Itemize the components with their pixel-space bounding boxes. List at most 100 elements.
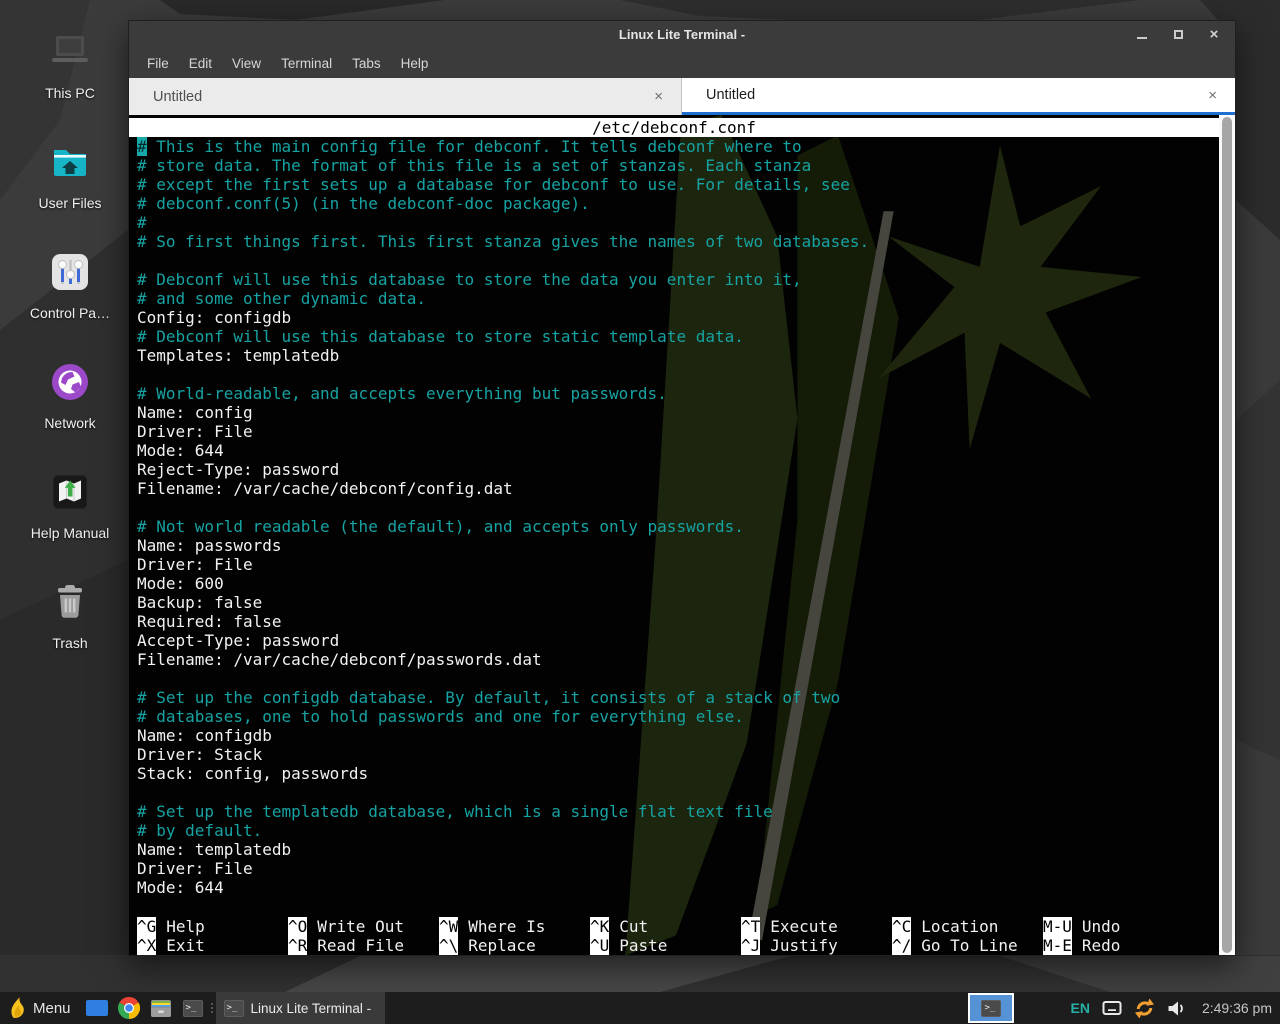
nano-shortcut-column: ^WWhere Is ^\Replace: [439, 917, 590, 955]
clock[interactable]: 2:49:36 pm: [1202, 1000, 1272, 1016]
taskbar: Menu >_ >_ Linux Lite Terminal -: [0, 992, 1280, 1024]
menu-item[interactable]: Help: [391, 52, 439, 75]
terminal-icon: >_: [981, 1000, 1001, 1017]
desktop-icon-label: Help Manual: [31, 525, 110, 541]
start-menu-button[interactable]: Menu: [0, 992, 81, 1024]
trash-icon: [46, 578, 94, 626]
maximize-button[interactable]: [1171, 28, 1185, 42]
chrome-icon: [118, 997, 140, 1019]
file-manager-icon: [150, 998, 172, 1018]
buffer-line: # debconf.conf(5) (in the debconf-doc pa…: [137, 194, 1219, 213]
desktop-icon-label: Network: [44, 415, 95, 431]
buffer-line: Name: config: [137, 403, 1219, 422]
buffer-line: Mode: 644: [137, 441, 1219, 460]
buffer-line: # Debconf will use this database to stor…: [137, 270, 1219, 289]
nano-file-path: /etc/debconf.conf: [129, 118, 1219, 137]
menu-item[interactable]: File: [137, 52, 179, 75]
system-tray: EN 2:49:36 pm: [1070, 998, 1280, 1019]
tray-terminal-item-selected[interactable]: >_: [968, 993, 1014, 1023]
menu-item[interactable]: View: [222, 52, 271, 75]
linux-lite-logo-icon: [8, 996, 26, 1020]
taskbar-separator: [209, 992, 216, 1024]
buffer-line: # This is the main config file for debco…: [137, 137, 1219, 156]
show-desktop-button[interactable]: [81, 992, 113, 1024]
terminal-icon: >_: [224, 1000, 244, 1017]
tab-label: Untitled: [153, 89, 202, 105]
buffer-line: Filename: /var/cache/debconf/passwords.d…: [137, 650, 1219, 669]
tab-label: Untitled: [706, 87, 755, 103]
nano-shortcut: ^CLocation: [892, 917, 1043, 936]
nano-shortcut: ^KCut: [590, 917, 741, 936]
nano-shortcut: ^GHelp: [137, 917, 288, 936]
window-title: Linux Lite Terminal -: [619, 27, 745, 42]
minimize-button[interactable]: [1135, 28, 1149, 42]
nano-shortcut-column: ^OWrite Out ^RRead File: [288, 917, 439, 955]
buffer-line: # So first things first. This first stan…: [137, 232, 1219, 251]
buffer-line: # except the first sets up a database fo…: [137, 175, 1219, 194]
terminal-viewport[interactable]: GNU nano 7.2 /etc/debconf.conf # # This …: [129, 115, 1235, 955]
nano-shortcut-column: ^TExecute ^JJustify: [741, 917, 892, 955]
nano-shortcut-column: M-UUndo M-ERedo: [1043, 917, 1120, 955]
menu-item[interactable]: Tabs: [342, 52, 391, 75]
nano-buffer[interactable]: # # This is the main config file for deb…: [129, 137, 1219, 897]
keyboard-layout-icon[interactable]: [1102, 999, 1122, 1017]
tab-close-icon[interactable]: ×: [1208, 87, 1217, 104]
desktop-icon-label: Trash: [52, 635, 87, 651]
task-button-terminal[interactable]: >_ Linux Lite Terminal -: [216, 992, 386, 1024]
nano-shortcut: ^TExecute: [741, 917, 892, 936]
buffer-line: Driver: File: [137, 422, 1219, 441]
nano-shortcut-column: ^KCut ^UPaste: [590, 917, 741, 955]
buffer-line: # and some other dynamic data.: [137, 289, 1219, 308]
desktop-icon-trash[interactable]: Trash: [14, 572, 126, 682]
buffer-line: Backup: false: [137, 593, 1219, 612]
file-manager-launcher[interactable]: [145, 992, 177, 1024]
nano-shortcut: ^UPaste: [590, 936, 741, 955]
desktop-icon-column: This PC User Files Control Pa…: [14, 22, 126, 682]
nano-editor: GNU nano 7.2 /etc/debconf.conf # # This …: [129, 115, 1219, 955]
buffer-line: Mode: 600: [137, 574, 1219, 593]
folder-home-icon: [46, 138, 94, 186]
keyboard-language-indicator[interactable]: EN: [1070, 1000, 1089, 1016]
buffer-line: # databases, one to hold passwords and o…: [137, 707, 1219, 726]
menu-item[interactable]: Terminal: [271, 52, 342, 75]
terminal-icon: >_: [183, 1000, 203, 1017]
buffer-line: Stack: config, passwords: [137, 764, 1219, 783]
tab-close-icon[interactable]: ×: [654, 88, 663, 105]
desktop-icon-user-files[interactable]: User Files: [14, 132, 126, 242]
desktop-icon-control-panel[interactable]: Control Pa…: [14, 242, 126, 352]
buffer-line: # store data. The format of this file is…: [137, 156, 1219, 175]
desktop-icon-this-pc[interactable]: This PC: [14, 22, 126, 132]
desktop-icon-help-manual[interactable]: Help Manual: [14, 462, 126, 572]
minimize-icon: [1137, 37, 1147, 39]
updates-refresh-icon[interactable]: [1134, 998, 1155, 1019]
text-cursor: #: [137, 137, 147, 156]
scrollbar-thumb[interactable]: [1222, 117, 1232, 953]
buffer-line: [137, 783, 1219, 802]
volume-speaker-icon[interactable]: [1167, 1000, 1186, 1017]
buffer-line: Name: configdb: [137, 726, 1219, 745]
window-menubar: File Edit View Terminal Tabs Help: [129, 48, 1235, 78]
buffer-line: Templates: templatedb: [137, 346, 1219, 365]
chrome-launcher[interactable]: [113, 992, 145, 1024]
nano-shortcut-column: ^GHelp ^XExit: [137, 917, 288, 955]
terminal-scrollbar[interactable]: [1219, 115, 1235, 955]
window-controls: ×: [1135, 21, 1221, 48]
buffer-line: #: [137, 213, 1219, 232]
desktop-pager-icon: [86, 1000, 108, 1016]
tab-untitled-2[interactable]: Untitled ×: [682, 78, 1235, 115]
nano-shortcut: ^JJustify: [741, 936, 892, 955]
tab-untitled-1[interactable]: Untitled ×: [129, 78, 682, 115]
buffer-line: [137, 669, 1219, 688]
task-button-label: Linux Lite Terminal -: [251, 1001, 372, 1016]
desktop-icon-network[interactable]: Network: [14, 352, 126, 462]
window-titlebar[interactable]: Linux Lite Terminal - ×: [129, 21, 1235, 48]
buffer-line: Filename: /var/cache/debconf/config.dat: [137, 479, 1219, 498]
buffer-line: # Debconf will use this database to stor…: [137, 327, 1219, 346]
menu-item[interactable]: Edit: [179, 52, 222, 75]
tab-bar: Untitled × Untitled ×: [129, 78, 1235, 115]
buffer-line: Mode: 644: [137, 878, 1219, 897]
terminal-launcher[interactable]: >_: [177, 992, 209, 1024]
maximize-icon: [1174, 30, 1183, 39]
close-button[interactable]: ×: [1207, 28, 1221, 42]
buffer-line: Name: passwords: [137, 536, 1219, 555]
